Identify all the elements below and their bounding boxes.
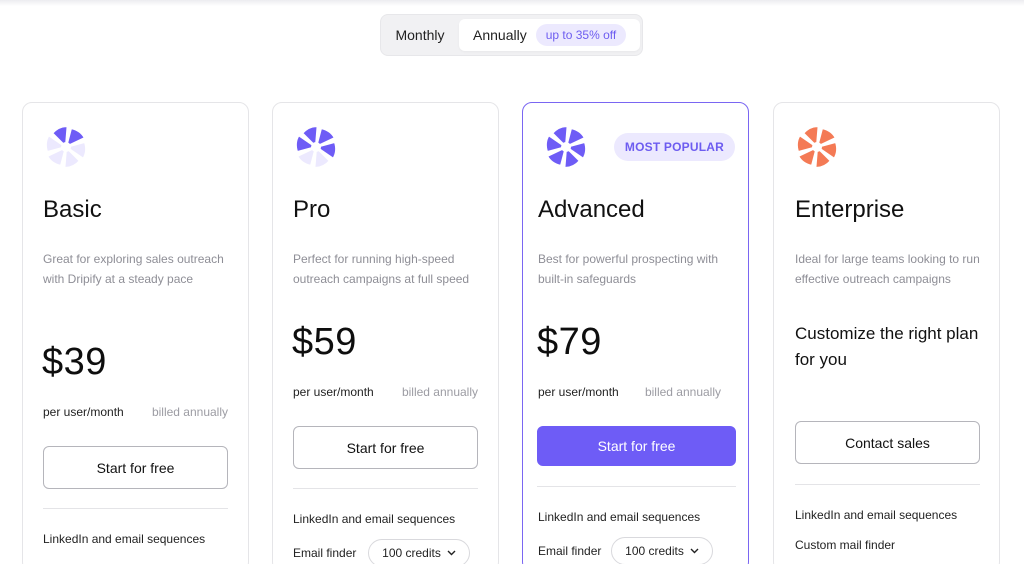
dripify-logo-icon [795, 124, 839, 170]
plan-description: Ideal for large teams looking to run eff… [795, 252, 980, 286]
dripify-logo-icon [544, 124, 588, 170]
plan-description: Perfect for running high-speed outreach … [293, 252, 470, 286]
billing-option-monthly[interactable]: Monthly [381, 15, 459, 55]
plan-card-basic: Basic Great for exploring sales outreach… [22, 102, 249, 564]
divider [293, 488, 478, 489]
discount-badge: up to 35% off [535, 24, 627, 46]
plan-name: Basic [43, 196, 102, 223]
billing-note: billed annually [151, 405, 228, 419]
plan-name: Pro [293, 196, 331, 223]
billing-toggle[interactable]: Monthly Annually up to 35% off [380, 14, 643, 56]
billing-note: billed annually [644, 385, 721, 399]
logo-center [61, 142, 71, 152]
chevron-down-icon [690, 548, 699, 554]
plan-description: Great for exploring sales outreach with … [43, 252, 224, 286]
credits-dropdown-value: 100 credits [625, 544, 684, 558]
feature-item: LinkedIn and email sequences [795, 508, 958, 522]
plan-price: $79 [537, 321, 602, 363]
plan-price: $39 [42, 341, 107, 383]
divider [43, 508, 228, 509]
credits-dropdown-value: 100 credits [382, 546, 441, 560]
billing-option-annually-label: Annually [473, 27, 527, 43]
price-unit: per user/month [538, 385, 619, 399]
feature-item: Custom mail finder [795, 538, 896, 552]
credits-dropdown[interactable]: 100 credits [368, 539, 470, 564]
plan-card-pro: Pro Perfect for running high-speed outre… [272, 102, 499, 564]
logo-center [812, 142, 822, 152]
plan-card-enterprise: Enterprise Ideal for large teams looking… [773, 102, 1000, 564]
plan-card-advanced: MOST POPULAR Advanced Best for powerful … [522, 102, 749, 564]
start-free-button[interactable]: Start for free [537, 426, 736, 466]
top-shadow [0, 0, 1024, 6]
contact-sales-button[interactable]: Contact sales [795, 421, 980, 464]
credits-dropdown[interactable]: 100 credits [611, 537, 713, 564]
plan-price: $59 [292, 321, 357, 363]
divider [795, 484, 980, 485]
chevron-down-icon [447, 550, 456, 556]
logo-center [561, 142, 571, 152]
plan-name: Enterprise [795, 196, 905, 223]
feature-item: Email finder [538, 544, 602, 558]
custom-plan-text: Customize the right plan for you [795, 324, 979, 369]
price-unit: per user/month [293, 385, 374, 399]
divider [537, 486, 736, 487]
feature-item: Email finder [293, 546, 357, 560]
plan-name: Advanced [538, 196, 645, 223]
price-unit: per user/month [43, 405, 124, 419]
plan-description: Best for powerful prospecting with built… [538, 252, 719, 286]
feature-item: LinkedIn and email sequences [538, 510, 701, 524]
start-free-button[interactable]: Start for free [43, 446, 228, 489]
start-free-button[interactable]: Start for free [293, 426, 478, 469]
dripify-logo-icon [294, 124, 338, 170]
billing-option-annually[interactable]: Annually up to 35% off [459, 19, 640, 51]
logo-center [311, 142, 321, 152]
feature-item: LinkedIn and email sequences [43, 532, 206, 546]
feature-item: LinkedIn and email sequences [293, 512, 456, 526]
billing-note: billed annually [401, 385, 478, 399]
dripify-logo-icon [44, 124, 88, 170]
most-popular-badge: MOST POPULAR [613, 133, 735, 161]
